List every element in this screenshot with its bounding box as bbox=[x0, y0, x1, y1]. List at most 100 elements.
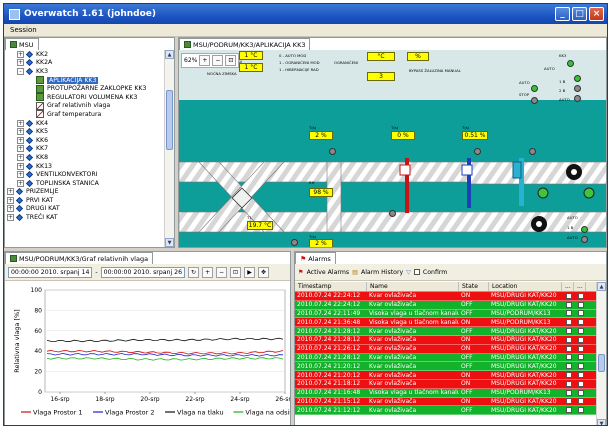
alarm-row[interactable]: 2010.07.24 21:26:12 Kvar ovlaživača ON MSU/… bbox=[295, 344, 598, 354]
tab-alarms[interactable]: ⚑ Alarms bbox=[295, 252, 336, 264]
tree-item[interactable]: + PRVI KAT bbox=[5, 196, 165, 205]
alarm-row[interactable]: 2010.07.24 22:24:12 Kvar ovlaživača OFF MSU… bbox=[295, 300, 598, 310]
scroll-up-arrow[interactable]: ▲ bbox=[597, 282, 606, 291]
zoom-out-icon[interactable]: − bbox=[212, 55, 224, 66]
expand-icon[interactable]: + bbox=[7, 188, 14, 196]
row-checkbox[interactable] bbox=[566, 354, 572, 361]
expand-icon[interactable]: + bbox=[17, 179, 24, 187]
row-checkbox[interactable] bbox=[566, 292, 572, 299]
scroll-down-arrow[interactable]: ▼ bbox=[597, 419, 606, 425]
row-checkbox[interactable] bbox=[566, 363, 572, 370]
row-checkbox[interactable] bbox=[566, 310, 572, 317]
scroll-thumb[interactable] bbox=[166, 90, 173, 150]
row-checkbox[interactable] bbox=[578, 301, 584, 308]
tree-item[interactable]: + TREĆI KAT bbox=[5, 213, 165, 222]
tree-item[interactable]: + KK13 bbox=[5, 162, 165, 171]
expand-icon[interactable]: + bbox=[17, 59, 24, 67]
alarm-row[interactable]: 2010.07.24 21:12:12 Kvar ovlaživača OFF MSU… bbox=[295, 406, 598, 416]
expand-icon[interactable]: + bbox=[17, 171, 24, 179]
alarm-row[interactable]: 2010.07.24 22:24:12 Kvar ovlaživača ON MSU/… bbox=[295, 292, 598, 301]
tree-item[interactable]: + TOPLINSKA STANICA bbox=[5, 179, 165, 188]
tree-item[interactable]: - KK3 bbox=[5, 67, 165, 76]
tree-item[interactable]: REGULATORI VOLUMENA KK3 bbox=[5, 93, 165, 102]
row-checkbox[interactable] bbox=[566, 345, 572, 352]
tree-item[interactable]: + KK8 bbox=[5, 153, 165, 162]
expand-icon[interactable]: + bbox=[7, 196, 14, 204]
alarm-row[interactable]: 2010.07.24 21:28:12 Kvar ovlaživača OFF MSU… bbox=[295, 327, 598, 336]
alarm-row[interactable]: 2010.07.24 21:28:12 Kvar ovlaživača ON MSU/… bbox=[295, 335, 598, 345]
row-checkbox[interactable] bbox=[578, 328, 584, 335]
alarm-row[interactable]: 2010.07.24 21:20:12 Kvar ovlaživača OFF MSU… bbox=[295, 362, 598, 372]
maximize-button[interactable]: □ bbox=[572, 7, 587, 21]
row-checkbox[interactable] bbox=[578, 407, 584, 414]
col-conf[interactable]: ... bbox=[574, 282, 586, 291]
confirm-checkbox[interactable] bbox=[413, 269, 420, 275]
confirm-label[interactable]: Confirm bbox=[423, 269, 447, 276]
play-icon[interactable]: ▶ bbox=[244, 266, 256, 278]
row-checkbox[interactable] bbox=[566, 407, 572, 414]
scroll-up-arrow[interactable]: ▲ bbox=[165, 50, 174, 59]
row-checkbox[interactable] bbox=[578, 389, 584, 396]
alarm-history-button[interactable]: Alarm History bbox=[361, 269, 403, 276]
tab-msu[interactable]: MSU bbox=[5, 38, 39, 50]
filter-icon[interactable]: ▽ bbox=[406, 269, 411, 276]
expand-icon[interactable]: + bbox=[17, 162, 24, 170]
tree-item[interactable]: + DRUGI KAT bbox=[5, 205, 165, 214]
scroll-thumb[interactable] bbox=[598, 354, 605, 372]
minimize-button[interactable]: _ bbox=[555, 7, 570, 21]
title-bar[interactable]: Overwatch 1.61 (johndoe) _ □ × bbox=[4, 4, 607, 24]
expand-icon[interactable]: + bbox=[17, 50, 24, 58]
tab-aplikacija-kk3[interactable]: MSU/PODRUM/KK3/APLIKACIJA KK3 bbox=[179, 38, 311, 50]
row-checkbox[interactable] bbox=[578, 363, 584, 370]
row-checkbox[interactable] bbox=[578, 336, 584, 343]
row-checkbox[interactable] bbox=[566, 319, 572, 326]
date-to-field[interactable]: 00:00:00 2010. srpanj 26 bbox=[100, 266, 186, 278]
col-location[interactable]: Location bbox=[489, 282, 562, 291]
col-state[interactable]: State bbox=[459, 282, 489, 291]
row-checkbox[interactable] bbox=[578, 380, 584, 387]
tree-item[interactable]: + KK5 bbox=[5, 127, 165, 136]
date-from-field[interactable]: 00:00:00 2010. srpanj 14 bbox=[8, 266, 93, 278]
menu-session[interactable]: Session bbox=[10, 26, 37, 34]
row-checkbox[interactable] bbox=[578, 372, 584, 379]
alarm-scrollbar[interactable]: ▲ ▼ bbox=[596, 282, 606, 425]
row-checkbox[interactable] bbox=[566, 328, 572, 335]
refresh-icon[interactable]: ↻ bbox=[188, 266, 200, 278]
expand-icon[interactable]: + bbox=[17, 136, 24, 144]
alarm-row[interactable]: 2010.07.24 21:36:48 Visoka vlaga u tlačno… bbox=[295, 318, 598, 328]
row-checkbox[interactable] bbox=[578, 398, 584, 405]
row-checkbox[interactable] bbox=[566, 398, 572, 405]
expand-icon[interactable]: + bbox=[17, 153, 24, 161]
zoom-fit-icon[interactable]: ⊡ bbox=[225, 55, 237, 66]
row-checkbox[interactable] bbox=[578, 310, 584, 317]
active-alarms-button[interactable]: Active Alarms bbox=[307, 269, 350, 276]
collapse-icon[interactable]: - bbox=[17, 67, 24, 75]
expand-icon[interactable]: + bbox=[7, 214, 14, 222]
alarm-row[interactable]: 2010.07.24 21:28:12 Kvar ovlaživača OFF MSU… bbox=[295, 353, 598, 363]
tree-item[interactable]: + KK2 bbox=[5, 50, 165, 59]
row-checkbox[interactable] bbox=[566, 389, 572, 396]
tree-item[interactable]: PROTUPOŽARNE ZAKLOPKE KK3 bbox=[5, 84, 165, 93]
alarm-row[interactable]: 2010.07.24 21:18:12 Kvar ovlaživača ON MSU/… bbox=[295, 379, 598, 389]
row-checkbox[interactable] bbox=[578, 354, 584, 361]
close-button[interactable]: × bbox=[589, 7, 604, 21]
row-checkbox[interactable] bbox=[566, 380, 572, 387]
alarm-row[interactable]: 2010.07.24 21:20:12 Kvar ovlaživača ON MSU/… bbox=[295, 371, 598, 380]
expand-icon[interactable]: + bbox=[17, 145, 24, 153]
zoom-fit-icon[interactable]: ⊡ bbox=[230, 266, 242, 278]
row-checkbox[interactable] bbox=[578, 292, 584, 299]
col-ack[interactable]: ... bbox=[562, 282, 574, 291]
zoom-in-icon[interactable]: + bbox=[202, 266, 214, 278]
row-checkbox[interactable] bbox=[566, 372, 572, 379]
row-checkbox[interactable] bbox=[566, 301, 572, 308]
tree-item[interactable]: + KK4 bbox=[5, 119, 165, 128]
tree-item[interactable]: + KK7 bbox=[5, 145, 165, 154]
row-checkbox[interactable] bbox=[578, 319, 584, 326]
alarm-row[interactable]: 2010.07.24 21:16:48 Visoka vlaga u tlačno… bbox=[295, 388, 598, 398]
pan-icon[interactable]: ✥ bbox=[258, 266, 270, 278]
alarm-row[interactable]: 2010.07.24 22:11:49 Visoka vlaga u tlačno… bbox=[295, 309, 598, 319]
tree-item[interactable]: + KK6 bbox=[5, 136, 165, 145]
expand-icon[interactable]: + bbox=[17, 119, 24, 127]
col-timestamp[interactable]: Timestamp bbox=[295, 282, 367, 291]
tree-item[interactable]: + VENTILKONVEKTORI bbox=[5, 170, 165, 179]
